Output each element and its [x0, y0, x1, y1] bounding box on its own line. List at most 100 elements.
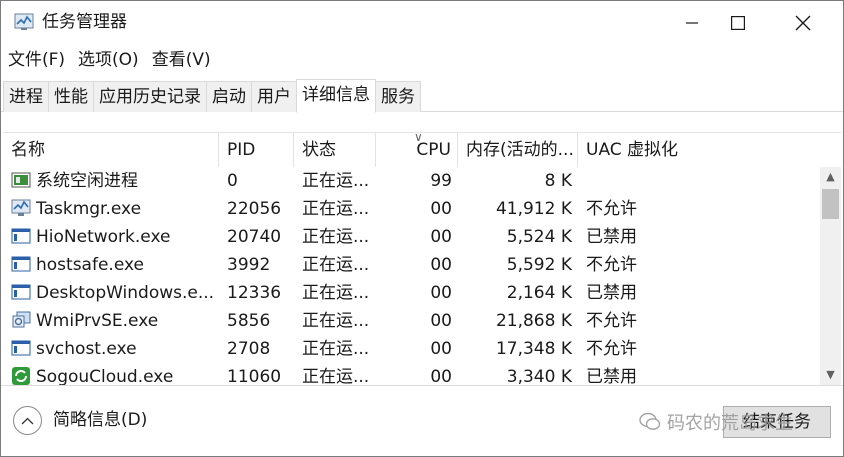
details-table: 名称 PID 状态 CPU 内存(活动的... UAC 虚拟化 ∨ 系统空闲进程…: [3, 132, 841, 385]
process-memory: 2,164 K: [506, 283, 572, 303]
process-pid: 0: [227, 171, 238, 191]
process-uac: 不允许: [586, 311, 637, 331]
tab-performance[interactable]: 性能: [48, 81, 94, 112]
window-title: 任务管理器: [42, 12, 127, 32]
menu-bar: 文件(F) 选项(O) 查看(V): [1, 47, 217, 73]
process-name: hostsafe.exe: [36, 255, 144, 275]
sogou-cloud-icon: [11, 366, 31, 385]
tab-processes[interactable]: 进程: [3, 81, 49, 112]
process-pid: 20740: [227, 227, 282, 247]
process-status: 正在运...: [302, 171, 370, 191]
footer: 简略信息(D) 结束任务 码农的荒岛求生: [1, 385, 843, 456]
table-row[interactable]: HioNetwork.exe 20740 正在运... 00 5,524 K 已…: [3, 223, 819, 251]
process-cpu: 00: [430, 367, 452, 385]
tab-app-history[interactable]: 应用历史记录: [93, 81, 207, 112]
window-app-icon: [11, 338, 31, 356]
process-cpu: 00: [430, 311, 452, 331]
chevron-up-icon: [21, 417, 34, 424]
column-header-name[interactable]: 名称: [3, 133, 219, 167]
process-name: SogouCloud.exe: [36, 367, 174, 385]
vertical-scrollbar[interactable]: ▲ ▼: [820, 167, 841, 385]
system-idle-icon: [11, 170, 31, 188]
process-uac: 不允许: [586, 199, 637, 219]
taskmgr-icon: [11, 198, 31, 216]
process-cpu: 00: [430, 227, 452, 247]
table-row[interactable]: hostsafe.exe 3992 正在运... 00 5,592 K 不允许: [3, 251, 819, 279]
process-uac: 不允许: [586, 255, 637, 275]
process-uac: 已禁用: [586, 283, 637, 303]
process-memory: 21,868 K: [495, 311, 572, 331]
minimize-button[interactable]: [669, 1, 715, 45]
process-memory: 3,340 K: [506, 367, 572, 385]
table-row[interactable]: svchost.exe 2708 正在运... 00 17,348 K 不允许: [3, 335, 819, 363]
process-pid: 22056: [227, 199, 282, 219]
process-cpu: 00: [430, 283, 452, 303]
window-app-icon: [11, 254, 31, 272]
title-bar[interactable]: 任务管理器: [1, 1, 843, 45]
process-pid: 3992: [227, 255, 271, 275]
process-name: WmiPrvSE.exe: [36, 311, 159, 331]
process-status: 正在运...: [302, 227, 370, 247]
process-memory: 8 K: [544, 171, 572, 191]
process-status: 正在运...: [302, 255, 370, 275]
process-status: 正在运...: [302, 367, 370, 385]
table-row[interactable]: WmiPrvSE.exe 5856 正在运... 00 21,868 K 不允许: [3, 307, 819, 335]
menu-options[interactable]: 选项(O): [71, 47, 145, 73]
scroll-up-icon[interactable]: ▲: [820, 167, 841, 187]
close-icon: [795, 15, 810, 31]
fewer-details-link[interactable]: 简略信息(D): [53, 409, 147, 431]
tab-users[interactable]: 用户: [251, 81, 297, 112]
watermark: 码农的荒岛求生: [639, 408, 793, 436]
table-row[interactable]: SogouCloud.exe 11060 正在运... 00 3,340 K 已…: [3, 363, 819, 385]
column-header-uac[interactable]: UAC 虚拟化: [578, 133, 718, 167]
process-memory: 41,912 K: [495, 199, 572, 219]
maximize-icon: [731, 16, 745, 30]
process-uac: 不允许: [586, 339, 637, 359]
process-memory: 5,524 K: [506, 227, 572, 247]
column-header-memory[interactable]: 内存(活动的...: [458, 133, 578, 167]
process-name: HioNetwork.exe: [36, 227, 171, 247]
scrollbar-thumb[interactable]: [822, 189, 839, 219]
minimize-icon: [686, 22, 698, 24]
process-cpu: 99: [430, 171, 452, 191]
process-memory: 5,592 K: [506, 255, 572, 275]
process-pid: 5856: [227, 311, 271, 331]
scroll-down-icon[interactable]: ▼: [820, 365, 841, 385]
column-header-pid[interactable]: PID: [219, 133, 294, 167]
tab-details[interactable]: 详细信息: [296, 79, 376, 113]
process-pid: 2708: [227, 339, 271, 359]
process-status: 正在运...: [302, 283, 370, 303]
table-header: 名称 PID 状态 CPU 内存(活动的... UAC 虚拟化 ∨: [3, 133, 819, 167]
process-uac: 已禁用: [586, 367, 637, 385]
process-name: svchost.exe: [36, 339, 137, 359]
column-header-status[interactable]: 状态: [294, 133, 376, 167]
table-body: 系统空闲进程 0 正在运... 99 8 K Taskmgr.exe 22056…: [3, 167, 819, 385]
process-status: 正在运...: [302, 339, 370, 359]
tab-strip: 进程 性能 应用历史记录 启动 用户 详细信息 服务: [1, 79, 843, 113]
tab-startup[interactable]: 启动: [206, 81, 252, 112]
process-uac: 已禁用: [586, 227, 637, 247]
task-manager-window: 任务管理器 文件(F) 选项(O) 查看(V) 进程 性能 应用历史记录 启动 …: [0, 0, 844, 457]
wmi-icon: [11, 310, 31, 328]
process-status: 正在运...: [302, 199, 370, 219]
menu-view[interactable]: 查看(V): [145, 47, 217, 73]
process-cpu: 00: [430, 255, 452, 275]
close-button[interactable]: [762, 1, 843, 45]
wechat-icon: [639, 412, 661, 430]
fewer-details-button[interactable]: [13, 406, 42, 435]
maximize-button[interactable]: [715, 1, 761, 45]
table-row[interactable]: DesktopWindows.e... 12336 正在运... 00 2,16…: [3, 279, 819, 307]
watermark-text: 码农的荒岛求生: [667, 413, 793, 434]
task-manager-app-icon: [14, 13, 34, 31]
menu-file[interactable]: 文件(F): [1, 47, 71, 73]
process-uac: [578, 167, 718, 195]
process-cpu: 00: [430, 199, 452, 219]
process-memory: 17,348 K: [495, 339, 572, 359]
window-app-icon: [11, 226, 31, 244]
tab-services[interactable]: 服务: [375, 81, 421, 112]
table-row[interactable]: 系统空闲进程 0 正在运... 99 8 K: [3, 167, 819, 195]
process-name: DesktopWindows.e...: [36, 283, 215, 303]
process-pid: 11060: [227, 367, 282, 385]
sort-descending-icon: ∨: [414, 132, 423, 144]
table-row[interactable]: Taskmgr.exe 22056 正在运... 00 41,912 K 不允许: [3, 195, 819, 223]
